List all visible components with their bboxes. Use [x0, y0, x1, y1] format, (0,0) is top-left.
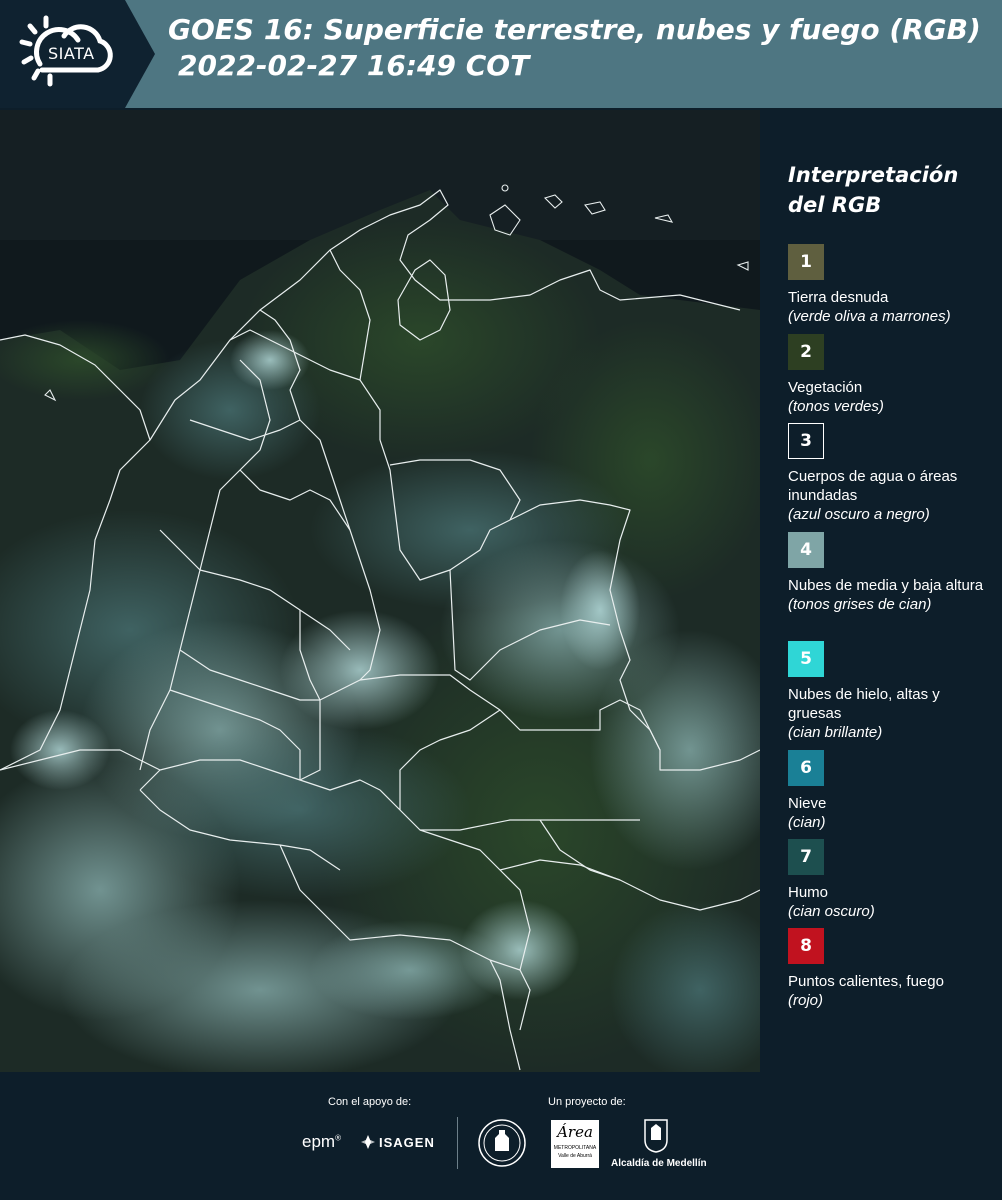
legend-desc: (tonos grises de cian)	[788, 596, 932, 613]
legend-swatch: 1	[788, 244, 824, 280]
alcaldia-logo-text: Alcaldía de Medellín	[611, 1158, 707, 1169]
legend-item-7: 7 Humo (cian oscuro)	[788, 839, 993, 921]
legend-label: Tierra desnuda	[788, 289, 889, 306]
legend-item-6: 6 Nieve (cian)	[788, 750, 993, 832]
isagen-logo-text: ISAGEN	[379, 1134, 435, 1150]
legend-swatch: 3	[788, 423, 824, 459]
legend-title: Interpretación del RGB	[788, 160, 958, 220]
legend-item-2: 2 Vegetación (tonos verdes)	[788, 334, 993, 416]
legend-item-8: 8 Puntos calientes, fuego (rojo)	[788, 928, 993, 1010]
title-line-1: GOES 16: Superficie terrestre, nubes y f…	[168, 13, 981, 46]
logo-text: SIATA	[48, 44, 95, 63]
legend-item-3: 3 Cuerpos de agua o áreas inundadas (azu…	[788, 423, 993, 524]
legend-number: 2	[800, 342, 812, 362]
legend-label: Nubes de hielo, altas y gruesas	[788, 686, 940, 722]
epm-logo-text: epm	[302, 1132, 336, 1151]
title-line-2: 2022-02-27 16:49 COT	[178, 49, 530, 82]
legend-swatch: 8	[788, 928, 824, 964]
epm-logo: epm®	[302, 1132, 341, 1151]
satellite-map-svg	[0, 110, 760, 1072]
legend-number: 1	[800, 252, 812, 272]
legend-swatch: 4	[788, 532, 824, 568]
legend-swatch: 7	[788, 839, 824, 875]
legend-swatch: 5	[788, 641, 824, 677]
emblem-seal-icon	[478, 1119, 526, 1167]
legend-swatch: 6	[788, 750, 824, 786]
legend-label: Puntos calientes, fuego	[788, 973, 944, 990]
support-label: Con el apoyo de:	[328, 1096, 412, 1108]
area-logo-text: Área	[557, 1123, 593, 1141]
legend-item-1: 1 Tierra desnuda (verde oliva a marrones…	[788, 244, 993, 326]
legend-number: 5	[800, 649, 812, 669]
legend-label: Nieve	[788, 795, 827, 812]
legend-desc: (tonos verdes)	[788, 398, 884, 415]
legend-panel: Interpretación del RGB 1 Tierra desnuda …	[760, 110, 1002, 1072]
legend-number: 4	[800, 540, 812, 560]
legend-title-line-2: del RGB	[788, 193, 882, 217]
legend-label: Vegetación	[788, 379, 863, 396]
isagen-icon	[361, 1135, 375, 1149]
legend-desc: (cian brillante)	[788, 724, 883, 741]
legend-desc: (verde oliva a marrones)	[788, 308, 951, 325]
area-logo-sub: METROPOLITANA	[553, 1145, 597, 1151]
legend-desc: (azul oscuro a negro)	[788, 506, 930, 523]
legend-number: 7	[800, 847, 812, 867]
legend-label: Cuerpos de agua o áreas inundadas	[788, 468, 958, 504]
legend-desc: (cian)	[788, 814, 826, 831]
legend-item-4: 4 Nubes de media y baja altura (tonos gr…	[788, 532, 993, 614]
alcaldia-shield-icon	[644, 1119, 668, 1153]
isagen-logo: ISAGEN	[360, 1134, 435, 1150]
area-logo-sub2: Valle de Aburrá	[558, 1153, 592, 1159]
legend-desc: (rojo)	[788, 992, 824, 1009]
footer-divider	[457, 1117, 458, 1169]
siata-logo: SIATA	[0, 0, 155, 108]
project-label: Un proyecto de:	[548, 1096, 626, 1108]
legend-number: 8	[800, 936, 812, 956]
legend-swatch: 2	[788, 334, 824, 370]
legend-label: Nubes de media y baja altura	[788, 577, 984, 594]
area-metropolitana-logo: Área METROPOLITANA Valle de Aburrá	[551, 1120, 599, 1168]
legend-label: Humo	[788, 884, 829, 901]
legend-number: 6	[800, 758, 812, 778]
header: SIATA GOES 16: Superficie terrestre, nub…	[0, 0, 1002, 108]
legend-desc: (cian oscuro)	[788, 903, 875, 920]
legend-item-5: 5 Nubes de hielo, altas y gruesas (cian …	[788, 641, 993, 742]
footer: Con el apoyo de: Un proyecto de: epm® IS…	[0, 1072, 1002, 1200]
page-title: GOES 16: Superficie terrestre, nubes y f…	[168, 12, 981, 84]
satellite-image	[0, 110, 760, 1072]
legend-title-line-1: Interpretación	[788, 163, 959, 187]
legend-number: 3	[800, 431, 812, 451]
